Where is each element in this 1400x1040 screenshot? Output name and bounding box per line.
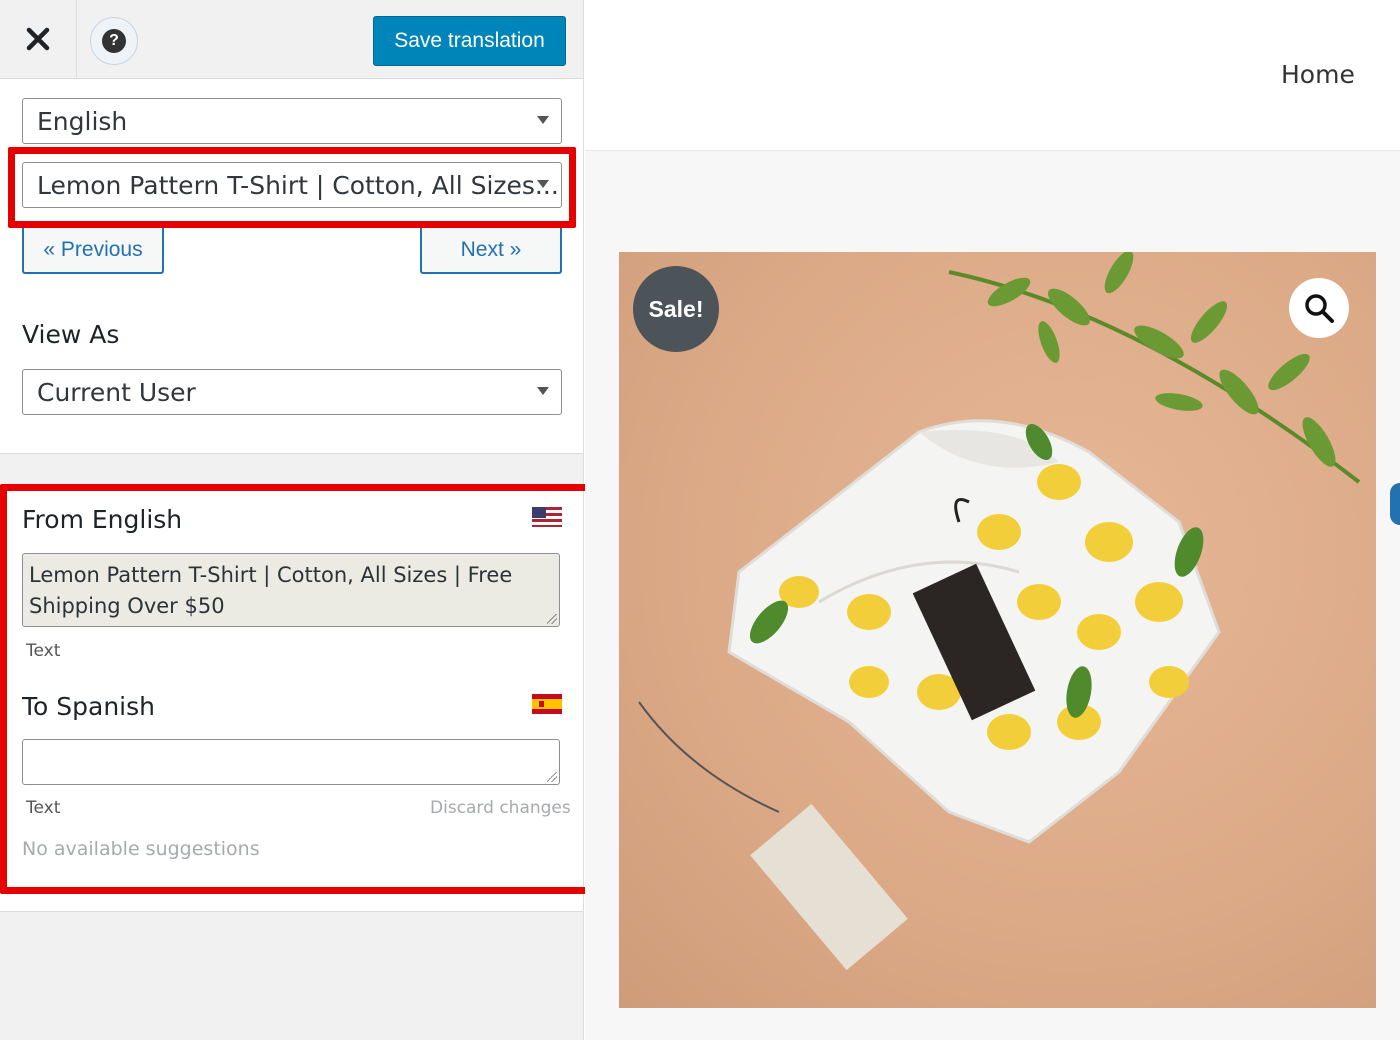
sidebar-toolbar: ? Save translation xyxy=(0,0,583,79)
help-button[interactable]: ? xyxy=(90,17,138,65)
translation-sidebar: ? Save translation English Lemon Pattern… xyxy=(0,0,592,1040)
search-icon xyxy=(1305,294,1334,323)
close-button[interactable] xyxy=(0,0,77,78)
highlight-box-string-select xyxy=(8,147,576,228)
chevron-down-icon xyxy=(537,387,549,395)
sale-badge: Sale! xyxy=(633,266,719,352)
highlight-box-translation-panel xyxy=(0,484,592,894)
view-as-label: View As xyxy=(22,320,120,349)
chevron-down-icon xyxy=(537,116,549,124)
menu-home-link[interactable]: Home xyxy=(1281,60,1355,89)
product-image[interactable]: Sale! xyxy=(619,252,1376,1008)
edge-indicator-icon xyxy=(1390,483,1400,525)
next-button[interactable]: Next » xyxy=(420,228,562,274)
help-icon: ? xyxy=(102,29,126,53)
site-preview: Home Sale! xyxy=(585,0,1400,1040)
site-header: Home xyxy=(585,0,1400,151)
tshirt-illustration xyxy=(638,252,1361,971)
view-as-select[interactable]: Current User xyxy=(22,369,562,415)
view-as-select-value: Current User xyxy=(37,377,196,407)
zoom-button[interactable] xyxy=(1289,278,1349,338)
language-select-value: English xyxy=(37,106,128,136)
close-icon xyxy=(26,27,50,51)
save-translation-button[interactable]: Save translation xyxy=(373,16,566,66)
previous-button[interactable]: « Previous xyxy=(22,228,164,274)
language-select[interactable]: English xyxy=(22,98,562,144)
string-selection-panel: English Lemon Pattern T-Shirt | Cotton, … xyxy=(0,79,583,454)
